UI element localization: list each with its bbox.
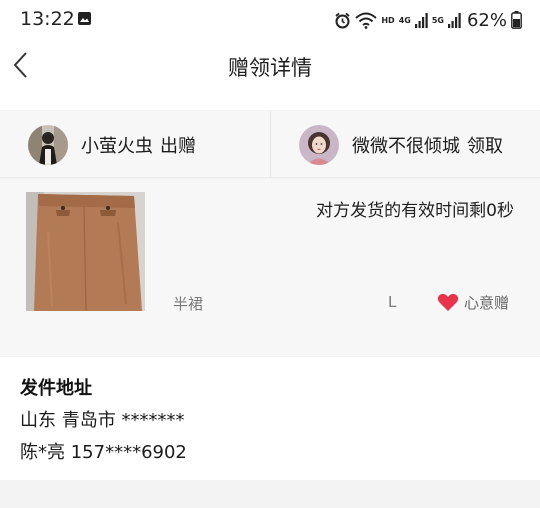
shipping-timer: 对方发货的有效时间剩0秒 bbox=[316, 201, 514, 221]
signal-icon bbox=[414, 12, 428, 28]
image-icon bbox=[78, 12, 91, 25]
giver-name: 小萤火虫 bbox=[81, 135, 153, 157]
battery-percent: 62% bbox=[466, 9, 507, 31]
receiver-action: 领取 bbox=[467, 135, 503, 157]
status-icons: HD 4G 5G 62% bbox=[334, 8, 522, 32]
heart-icon bbox=[437, 293, 459, 311]
receiver-avatar bbox=[299, 124, 339, 165]
wifi-icon bbox=[355, 12, 378, 29]
item-card[interactable]: 对方发货的有效时间剩0秒 半裙 L 心意赠 bbox=[0, 179, 540, 356]
divider bbox=[270, 111, 271, 178]
item-size: L bbox=[388, 293, 397, 311]
nav-bar: 赠领详情 bbox=[0, 40, 540, 110]
address-contact: 陈*亮 157****6902 bbox=[20, 442, 187, 463]
alarm-icon bbox=[335, 12, 350, 28]
battery-icon bbox=[511, 11, 522, 29]
participants-row: 小萤火虫 出赠 微微不很倾城 领取 bbox=[0, 111, 540, 178]
shipping-address: 发件地址 山东 青岛市 ******* 陈*亮 157****6902 bbox=[0, 357, 540, 480]
5g-indicator: 5G bbox=[431, 15, 444, 25]
gift-tag-label: 心意赠 bbox=[464, 294, 510, 312]
gift-tag: 心意赠 bbox=[437, 292, 509, 313]
hd-indicator: HD bbox=[381, 15, 395, 25]
item-name: 半裙 bbox=[173, 295, 204, 313]
page-title: 赠领详情 bbox=[228, 56, 312, 80]
receiver-name: 微微不很倾城 bbox=[352, 135, 460, 157]
status-time: 13:22 bbox=[20, 8, 75, 30]
signal-icon bbox=[447, 12, 461, 28]
giver-avatar bbox=[28, 124, 68, 165]
status-bar: 13:22 HD 4G 5G 62% bbox=[0, 0, 540, 40]
giver-info[interactable]: 小萤火虫 出赠 bbox=[28, 111, 196, 178]
giver-action: 出赠 bbox=[160, 135, 196, 157]
product-image[interactable] bbox=[26, 192, 145, 311]
address-location: 山东 青岛市 ******* bbox=[20, 410, 185, 431]
address-title: 发件地址 bbox=[20, 378, 92, 399]
receiver-info[interactable]: 微微不很倾城 领取 bbox=[299, 111, 503, 178]
4g-indicator: 4G bbox=[398, 15, 411, 25]
